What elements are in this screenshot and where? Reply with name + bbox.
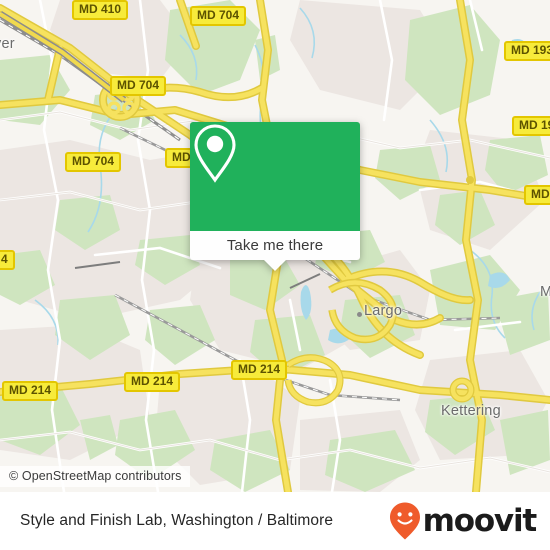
map-pin-icon xyxy=(194,124,236,183)
road-shield[interactable]: MD 704 xyxy=(65,152,122,172)
moovit-logo[interactable]: moovit xyxy=(388,501,538,541)
callout-tail xyxy=(264,260,286,271)
road-shield[interactable]: MD 704 xyxy=(110,76,167,96)
place-title: Style and Finish Lab, Washington / Balti… xyxy=(20,512,334,529)
road-shield[interactable]: MD 193 xyxy=(512,116,550,136)
place-callout-card[interactable]: Take me there xyxy=(190,122,360,271)
callout-pin-panel xyxy=(190,122,360,231)
take-me-there-label: Take me there xyxy=(226,237,324,254)
moovit-place-screenshot: MD 410 MD 704 MD 193 MD 704 MD 193 MD 70… xyxy=(0,0,550,550)
road-shield[interactable]: MD 214 xyxy=(231,360,288,380)
place-label-ver: ver xyxy=(0,36,15,52)
moovit-pin-smiley-icon xyxy=(389,502,420,540)
road-shield[interactable]: 4 xyxy=(0,250,15,270)
road-shield[interactable]: MD 704 xyxy=(190,6,247,26)
take-me-there-button[interactable]: Take me there xyxy=(190,231,360,260)
place-label-kettering: Kettering xyxy=(441,403,501,419)
place-label-largo: Largo xyxy=(364,303,403,319)
place-label-m: M xyxy=(540,284,550,300)
road-shield[interactable]: MD 214 xyxy=(124,372,181,392)
osm-attribution[interactable]: © OpenStreetMap contributors xyxy=(0,466,190,487)
road-shield[interactable]: MD 214 xyxy=(2,381,59,401)
road-shield[interactable]: MD 410 xyxy=(72,0,129,20)
map-canvas[interactable]: MD 410 MD 704 MD 193 MD 704 MD 193 MD 70… xyxy=(0,0,550,492)
footer-bar: Style and Finish Lab, Washington / Balti… xyxy=(0,492,550,550)
place-dot-largo xyxy=(357,312,362,317)
road-shield[interactable]: MD 193 xyxy=(504,41,550,61)
road-shield[interactable]: MD xyxy=(524,185,550,205)
moovit-wordmark: moovit xyxy=(422,502,538,539)
